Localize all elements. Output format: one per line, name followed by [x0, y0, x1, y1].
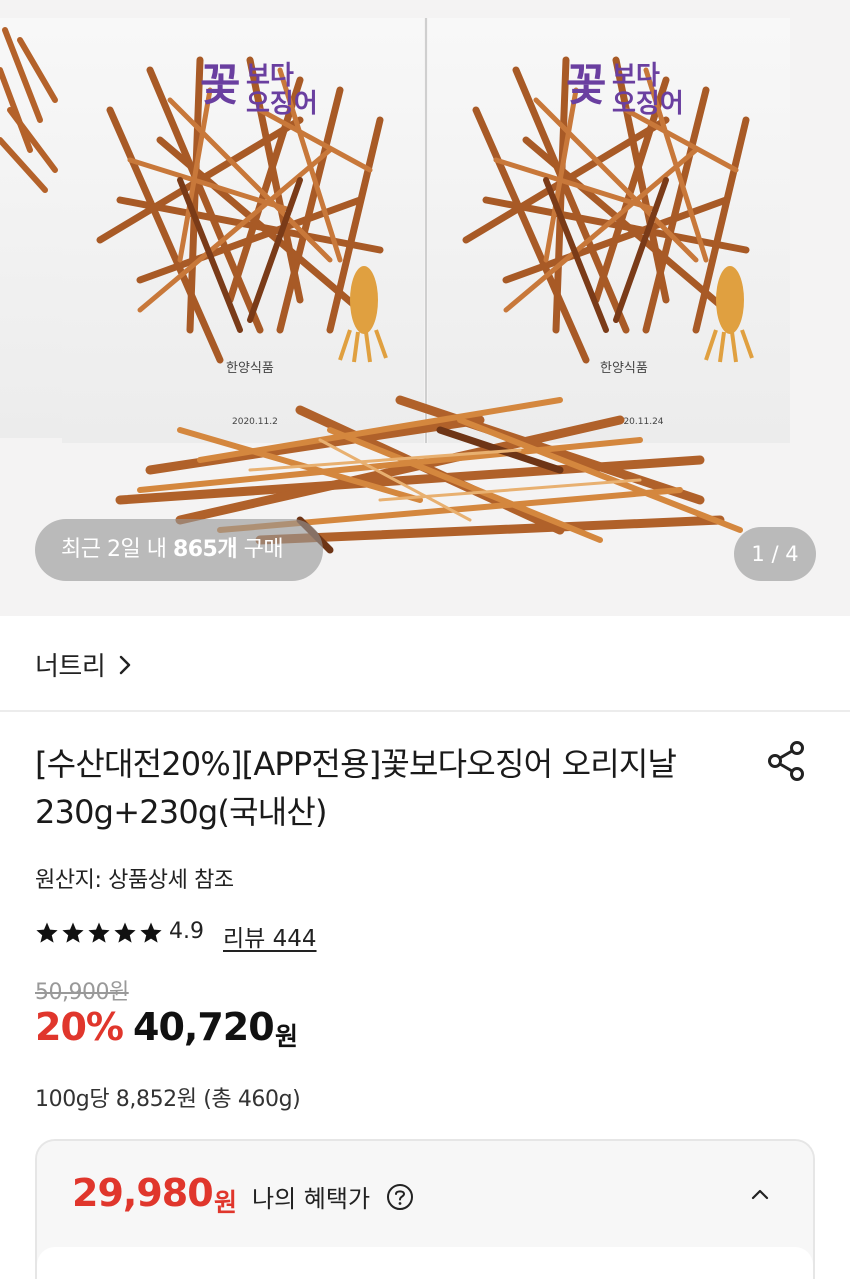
star-icon [113, 921, 139, 947]
benefit-details [37, 1247, 813, 1287]
svg-text:보다: 보다 [246, 61, 294, 91]
benefit-price: 29,980 [72, 1171, 214, 1215]
svg-text:오징어: 오징어 [246, 89, 318, 119]
svg-text:꽃: 꽃 [200, 60, 240, 111]
share-icon[interactable] [766, 740, 808, 782]
star-icon [87, 921, 113, 947]
svg-text:한양식품: 한양식품 [226, 361, 274, 376]
sale-price-currency: 원 [275, 1022, 299, 1051]
star-icon [61, 921, 87, 947]
store-link[interactable]: 너트리 [0, 616, 850, 712]
star-icon [35, 921, 61, 947]
chevron-right-icon [119, 655, 131, 675]
image-page-indicator: 1 / 4 [734, 527, 816, 581]
star-rating [35, 921, 165, 947]
product-title: [수산대전20%][APP전용]꽃보다오징어 오리지날 230g+230g(국내… [35, 745, 677, 831]
benefit-header[interactable]: 29,980 원 나의 혜택가 [37, 1141, 813, 1247]
store-name: 너트리 [35, 652, 106, 682]
svg-text:보다: 보다 [612, 61, 660, 91]
product-image-gallery[interactable]: 꽃 보다 오징어 꽃 보다 오징어 한양식품 한양식품 2020.11.2 20… [0, 0, 850, 616]
svg-text:한양식품: 한양식품 [600, 361, 648, 376]
purchase-count: 865개 [172, 537, 238, 562]
unit-price: 100g당 8,852원 (총 460g) [35, 1087, 301, 1112]
star-icon [139, 921, 165, 947]
purchase-badge-suffix: 구매 [237, 537, 284, 562]
chevron-up-icon[interactable] [749, 1183, 771, 1205]
question-circle-icon[interactable] [386, 1183, 414, 1211]
benefit-price-card[interactable]: 29,980 원 나의 혜택가 [35, 1139, 815, 1287]
svg-text:오징어: 오징어 [612, 89, 684, 119]
original-price: 50,900원 [35, 980, 129, 1005]
purchase-badge-prefix: 최근 2일 내 [61, 537, 173, 562]
svg-text:2020.11.2: 2020.11.2 [232, 417, 278, 427]
benefit-label: 나의 혜택가 [252, 1185, 371, 1213]
recent-purchase-badge: 최근 2일 내 865개 구매 [35, 519, 323, 581]
sale-price: 40,720 [133, 1005, 275, 1049]
rating-value: 4.9 [169, 919, 204, 944]
origin-info: 원산지: 상품상세 참조 [35, 868, 234, 893]
svg-text:꽃: 꽃 [566, 60, 606, 111]
review-count-link[interactable]: 리뷰 444 [223, 919, 317, 953]
discount-rate: 20% [35, 1005, 124, 1049]
benefit-price-currency: 원 [214, 1188, 238, 1217]
